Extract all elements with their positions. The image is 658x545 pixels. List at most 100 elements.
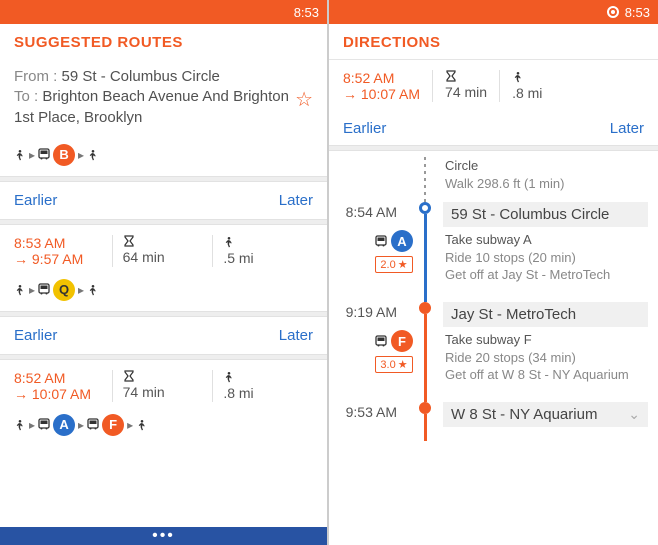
line-badge-a: A [391,230,413,252]
chevron-icon: ▸ [78,283,84,297]
from-value: 59 St - Columbus Circle [62,68,220,85]
walk-icon [14,283,26,297]
page-title: SUGGESTED ROUTES [14,34,313,51]
line-badge-f: F [102,414,124,436]
walk-icon [223,235,234,248]
timeline-step[interactable]: 8:54 AM 59 St - Columbus Circle Take sub… [329,202,658,302]
chevron-icon: ▸ [78,418,84,432]
earlier-later-row: Earlier Later [0,182,327,219]
chevron-icon: ▸ [29,148,35,162]
duration: 74 min [445,84,487,100]
route-2-stats[interactable]: 8:53 AM → 9:57 AM 64 min .5 mi [0,225,327,273]
line-badge-b: B [53,144,75,166]
hourglass-icon [445,70,456,82]
step-ride: Ride 20 stops (34 min) [443,349,648,367]
depart-time: 8:53 AM [14,235,102,251]
line-badge-q: Q [53,279,75,301]
line-badge-a: A [53,414,75,436]
earlier-later-row: Earlier Later [329,112,658,145]
status-time: 8:53 [294,5,319,20]
walk-icon [136,418,148,432]
walk-icon [223,370,234,383]
step-title: Circle [445,158,478,173]
to-value: Brighton Beach Avenue And Brighton 1st P… [14,88,289,125]
chevron-icon: ▸ [29,418,35,432]
suggested-routes-screen: 8:53 SUGGESTED ROUTES From : 59 St - Col… [0,0,329,545]
directions-timeline: Circle Walk 298.6 ft (1 min) 8:54 AM 59 … [329,151,658,545]
bus-icon [87,418,99,431]
step-action: Take subway F [445,332,532,347]
favorite-star-icon[interactable]: ☆ [295,87,313,114]
screen-header: SUGGESTED ROUTES [0,24,327,59]
step-time: 9:53 AM [329,402,407,441]
rating-badge[interactable]: 2.0 ★ [375,256,412,273]
chevron-down-icon[interactable]: ⌄ [628,406,640,423]
depart-time: 8:52 AM [14,370,102,386]
bus-icon [38,148,50,161]
depart-time: 8:52 AM [343,70,420,86]
walk-icon [512,70,523,83]
page-title: DIRECTIONS [343,34,644,51]
more-icon[interactable]: ••• [152,527,175,545]
rating-badge[interactable]: 3.0 ★ [375,356,412,373]
to-label: To : [14,88,42,105]
line-badge-f: F [391,330,413,352]
later-link[interactable]: Later [279,192,313,209]
timeline-dot [419,202,431,214]
trip-summary: 8:52 AM → 10:07 AM 74 min .8 mi [329,60,658,112]
earlier-link[interactable]: Earlier [14,327,57,344]
bus-icon [375,235,387,248]
later-link[interactable]: Later [610,120,644,137]
location-icon [607,6,619,18]
step-getoff: Get off at W 8 St - NY Aquarium [443,366,648,384]
bus-icon [38,283,50,296]
hourglass-icon [123,370,134,382]
walk-distance: .8 mi [512,85,542,101]
walk-distance: .5 mi [223,250,303,266]
earlier-link[interactable]: Earlier [14,192,57,209]
station-name: Jay St - MetroTech [443,302,648,327]
timeline-step[interactable]: 9:53 AM W 8 St - NY Aquarium ⌄ [329,402,658,441]
status-bar: 8:53 [329,0,658,24]
directions-screen: 8:53 DIRECTIONS 8:52 AM → 10:07 AM 74 mi… [329,0,658,545]
walk-icon [14,148,26,162]
timeline-step[interactable]: 9:19 AM Jay St - MetroTech Take subway F… [329,302,658,402]
duration: 64 min [123,249,203,265]
earlier-later-row: Earlier Later [0,317,327,354]
chevron-icon: ▸ [127,418,133,432]
status-time: 8:53 [625,5,650,20]
walk-icon [14,418,26,432]
route-2-modes[interactable]: ▸ Q ▸ [0,273,327,311]
arrive-time: → 9:57 AM [14,251,102,267]
app-bar[interactable]: ••• [0,527,327,545]
step-getoff: Get off at Jay St - MetroTech [443,266,648,284]
walk-icon [87,148,99,162]
step-ride: Ride 10 stops (20 min) [443,249,648,267]
arrive-time: → 10:07 AM [14,386,102,402]
station-name: W 8 St - NY Aquarium ⌄ [443,402,648,427]
chevron-icon: ▸ [29,283,35,297]
bus-icon [375,335,387,348]
screen-header: DIRECTIONS [329,24,658,59]
from-to-block: From : 59 St - Columbus Circle To : Brig… [0,59,327,138]
bus-icon [38,418,50,431]
status-bar: 8:53 [0,0,327,24]
earlier-link[interactable]: Earlier [343,120,386,137]
station-name: 59 St - Columbus Circle [443,202,648,227]
timeline-step[interactable]: Circle Walk 298.6 ft (1 min) [329,157,658,202]
arrive-time: → 10:07 AM [343,86,420,102]
later-link[interactable]: Later [279,327,313,344]
walk-distance: .8 mi [223,385,303,401]
timeline-dot [419,402,431,414]
route-1-modes[interactable]: ▸ B ▸ [0,138,327,176]
hourglass-icon [123,235,134,247]
walk-icon [87,283,99,297]
chevron-icon: ▸ [78,148,84,162]
from-label: From : [14,68,62,85]
route-3-stats[interactable]: 8:52 AM → 10:07 AM 74 min .8 mi [0,360,327,408]
route-3-modes[interactable]: ▸ A ▸ F ▸ [0,408,327,446]
step-action: Take subway A [445,232,532,247]
duration: 74 min [123,384,203,400]
step-detail: Walk 298.6 ft (1 min) [443,175,648,193]
timeline-dot [419,302,431,314]
